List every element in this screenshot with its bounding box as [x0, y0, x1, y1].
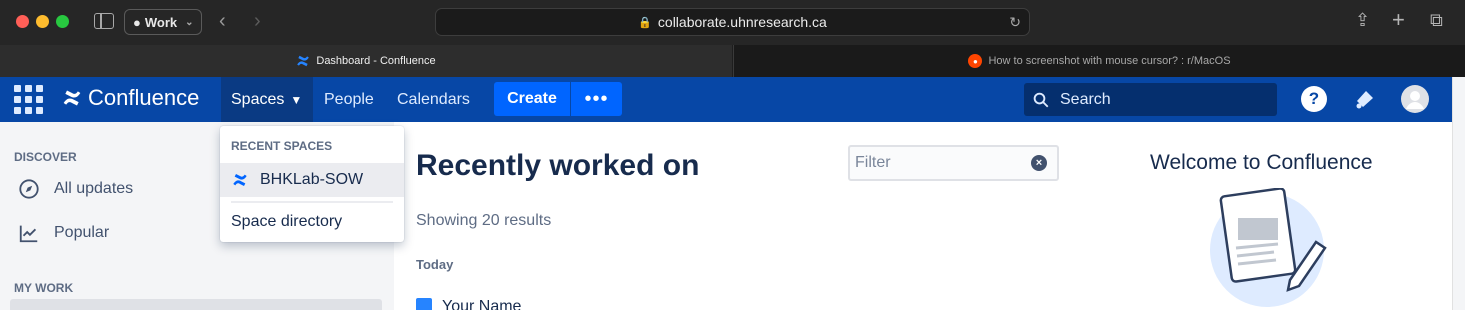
person-icon: ●: [133, 14, 141, 30]
more-options-button[interactable]: •••: [571, 82, 622, 116]
minimize-window-button[interactable]: [36, 15, 49, 28]
lock-icon: 🔒: [638, 16, 652, 29]
spaces-dropdown: RECENT SPACES BHKLab-SOW Space directory: [220, 126, 404, 242]
tab-title: Dashboard - Confluence: [316, 55, 436, 67]
profile-selector[interactable]: ● Work ⌄: [124, 9, 202, 35]
space-directory-link[interactable]: Space directory: [231, 213, 342, 231]
avatar[interactable]: [1401, 85, 1429, 113]
compass-icon: [19, 179, 39, 199]
zoom-window-button[interactable]: [56, 15, 69, 28]
nav-spaces[interactable]: Spaces ▼: [221, 77, 313, 122]
scrollbar-track[interactable]: [1452, 77, 1465, 310]
new-tab-icon[interactable]: +: [1392, 7, 1405, 33]
clear-icon[interactable]: ×: [1031, 155, 1047, 171]
trending-icon: [19, 225, 38, 243]
chevron-down-icon: ⌄: [185, 16, 194, 28]
results-count: Showing 20 results: [416, 212, 552, 229]
sidebar-item-label: All updates: [54, 180, 134, 197]
logo-text: Confluence: [88, 85, 200, 110]
page-title: Recently worked on: [416, 149, 700, 182]
browser-tabbar: Dashboard - Confluence ● How to screensh…: [0, 45, 1465, 77]
tab-dashboard[interactable]: Dashboard - Confluence: [0, 45, 732, 77]
url-text: collaborate.uhnresearch.ca: [657, 14, 827, 30]
app-switcher-icon[interactable]: [14, 85, 44, 114]
screen: ● Work ⌄ ‹ › 🔒 collaborate.uhnresearch.c…: [0, 0, 1465, 310]
sidebar-toggle-icon[interactable]: [94, 13, 114, 29]
search-placeholder: Search: [1060, 90, 1111, 108]
share-icon[interactable]: ⇪: [1355, 10, 1370, 31]
sidebar-item-all-updates[interactable]: All updates: [18, 178, 133, 200]
sidebar-item-label: Popular: [54, 224, 110, 241]
back-arrow-icon[interactable]: ‹: [219, 10, 226, 32]
confluence-mark-icon: [63, 90, 81, 106]
list-item-title: Your Name: [442, 298, 522, 310]
nav-spaces-label: Spaces: [231, 90, 285, 108]
chevron-down-icon: ▼: [290, 92, 303, 107]
confluence-space-icon: [233, 174, 247, 186]
discover-heading: DISCOVER: [14, 150, 77, 164]
search-icon: [1033, 92, 1049, 107]
list-item[interactable]: Your Name: [416, 298, 521, 310]
forward-arrow-icon[interactable]: ›: [254, 10, 261, 32]
sidebar-item-popular[interactable]: Popular: [18, 222, 109, 244]
document-illustration-icon: [1210, 188, 1327, 307]
sidebar-item-selected[interactable]: [10, 299, 382, 310]
confluence-logo[interactable]: Confluence: [62, 85, 199, 111]
confluence-header: Confluence Spaces ▼ People Calendars Cre…: [0, 77, 1452, 122]
recent-space-label: BHKLab-SOW: [260, 171, 364, 188]
section-today-heading: Today: [416, 257, 454, 272]
filter-placeholder: Filter: [855, 154, 891, 171]
notifications-icon[interactable]: [1352, 86, 1378, 112]
tab-overview-icon[interactable]: ⧉: [1430, 10, 1443, 31]
reddit-icon: ●: [968, 54, 983, 68]
search-input[interactable]: Search: [1024, 83, 1277, 116]
main-content: Recently worked on Showing 20 results To…: [394, 122, 1452, 310]
create-button[interactable]: Create: [494, 82, 570, 116]
tab-reddit[interactable]: ● How to screenshot with mouse cursor? :…: [733, 45, 1465, 77]
browser-titlebar: ● Work ⌄ ‹ › 🔒 collaborate.uhnresearch.c…: [0, 0, 1465, 45]
welcome-title: Welcome to Confluence: [1150, 151, 1373, 174]
close-window-button[interactable]: [16, 15, 29, 28]
address-bar[interactable]: 🔒 collaborate.uhnresearch.ca ↻: [435, 8, 1030, 36]
divider: [231, 201, 393, 203]
tab-title: How to screenshot with mouse cursor? : r…: [988, 55, 1231, 67]
help-icon[interactable]: ?: [1301, 86, 1327, 112]
filter-input[interactable]: Filter ×: [848, 145, 1059, 181]
page-icon: [416, 298, 432, 310]
confluence-logo-icon: [297, 55, 310, 67]
reload-icon[interactable]: ↻: [1009, 14, 1021, 31]
my-work-heading: MY WORK: [14, 281, 74, 295]
profile-label: Work: [144, 14, 178, 30]
nav-people[interactable]: People: [314, 77, 384, 122]
recent-space-item[interactable]: BHKLab-SOW: [220, 163, 404, 197]
nav-calendars[interactable]: Calendars: [387, 77, 480, 122]
recent-spaces-heading: RECENT SPACES: [231, 139, 333, 153]
